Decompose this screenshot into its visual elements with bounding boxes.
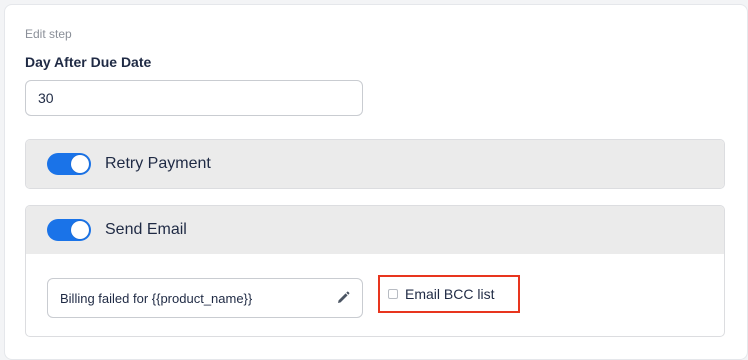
toggle-knob bbox=[71, 155, 89, 173]
day-after-due-date-input[interactable] bbox=[25, 80, 363, 116]
edit-step-card: Edit step Day After Due Date Retry Payme… bbox=[4, 4, 748, 360]
email-subject-field[interactable]: Billing failed for {{product_name}} bbox=[47, 278, 363, 318]
send-email-header: Send Email bbox=[26, 206, 724, 254]
retry-payment-panel: Retry Payment bbox=[25, 139, 725, 189]
toggle-knob bbox=[71, 221, 89, 239]
email-subject-text: Billing failed for {{product_name}} bbox=[60, 290, 253, 306]
pencil-icon[interactable] bbox=[336, 291, 350, 305]
email-bcc-option[interactable]: Email BCC list bbox=[388, 286, 494, 302]
retry-payment-header: Retry Payment bbox=[26, 140, 724, 188]
retry-payment-toggle[interactable] bbox=[47, 153, 91, 175]
send-email-title: Send Email bbox=[105, 221, 187, 238]
retry-payment-title: Retry Payment bbox=[105, 155, 211, 172]
email-bcc-checkbox[interactable] bbox=[388, 289, 398, 299]
day-after-due-date-label: Day After Due Date bbox=[25, 54, 152, 70]
email-bcc-label: Email BCC list bbox=[405, 286, 495, 302]
section-label: Edit step bbox=[25, 27, 72, 41]
send-email-body: Billing failed for {{product_name}} Emai… bbox=[26, 254, 724, 336]
send-email-toggle[interactable] bbox=[47, 219, 91, 241]
send-email-panel: Send Email Billing failed for {{product_… bbox=[25, 205, 725, 337]
